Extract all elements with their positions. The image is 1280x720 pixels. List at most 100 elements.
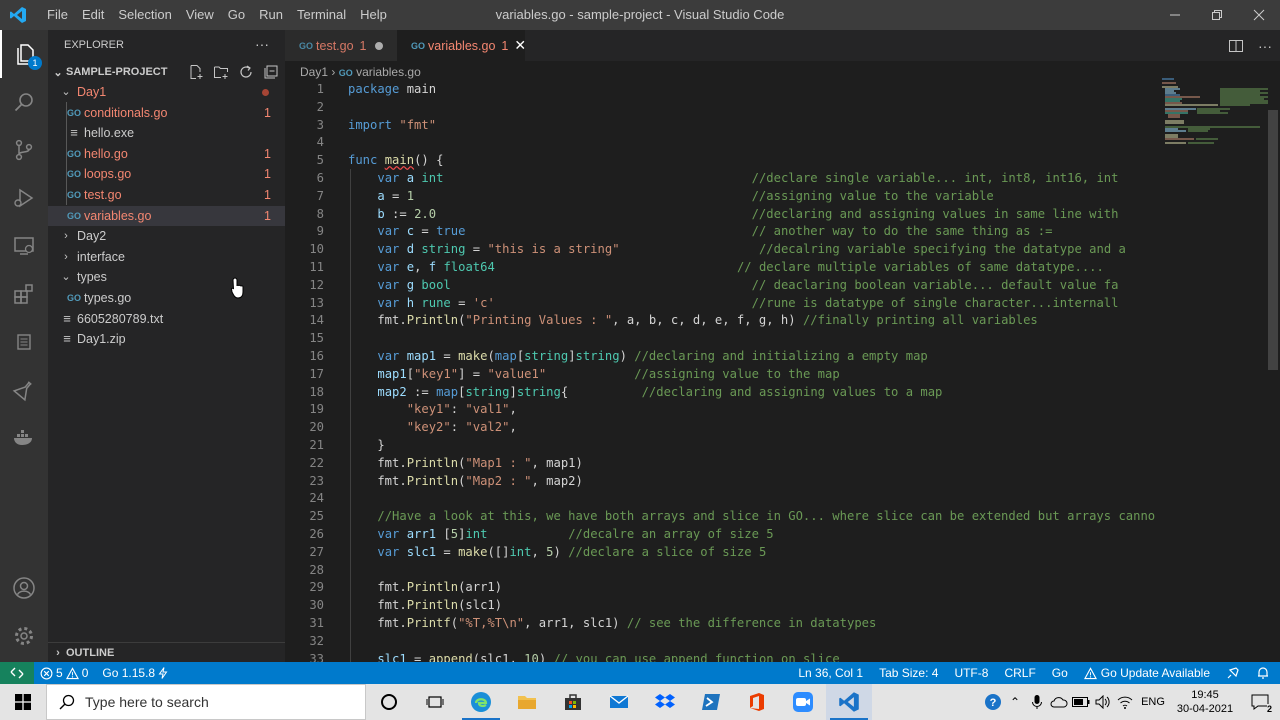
clock[interactable]: 19:45 30-04-2021	[1170, 688, 1240, 716]
help-tray-button[interactable]: ?	[982, 684, 1004, 720]
code-line[interactable]: 25 //Have a look at this, we have both a…	[285, 508, 1155, 526]
start-button[interactable]	[0, 684, 46, 720]
folder-day2[interactable]: › Day2	[48, 226, 285, 247]
file-hello-exe[interactable]: ≡ hello.exe	[48, 123, 285, 144]
refresh-icon[interactable]	[238, 64, 254, 80]
folder-interface[interactable]: › interface	[48, 247, 285, 268]
taskbar-search-box[interactable]: Type here to search	[46, 684, 366, 720]
taskbar-office[interactable]	[734, 684, 780, 720]
extensions-activity[interactable]	[0, 270, 48, 318]
code-line[interactable]: 16 var map1 = make(map[string]string) //…	[285, 348, 1155, 366]
breadcrumb-file[interactable]: variables.go	[356, 65, 421, 79]
code-line[interactable]: 30 fmt.Println(slc1)	[285, 597, 1155, 615]
close-window-button[interactable]	[1238, 0, 1280, 30]
taskbar-zoom[interactable]	[780, 684, 826, 720]
new-folder-icon[interactable]	[213, 64, 229, 80]
tab-size[interactable]: Tab Size: 4	[879, 666, 938, 680]
close-tab-icon[interactable]: ✕	[514, 37, 526, 54]
go-update-available[interactable]: Go Update Available	[1083, 666, 1210, 680]
file-hello-go[interactable]: GO hello.go 1	[48, 144, 285, 165]
file-test-go[interactable]: GO test.go 1	[48, 185, 285, 206]
code-line[interactable]: 2	[285, 99, 1155, 117]
menu-file[interactable]: File	[40, 0, 75, 30]
remote-explorer-activity[interactable]	[0, 222, 48, 270]
code-line[interactable]: 22 fmt.Println("Map1 : ", map1)	[285, 455, 1155, 473]
outline-section-header[interactable]: › OUTLINE	[48, 642, 285, 662]
split-editor-icon[interactable]	[1228, 38, 1244, 54]
code-line[interactable]: 1 package main	[285, 81, 1155, 99]
more-actions-button[interactable]: ···	[255, 30, 269, 58]
feedback-icon[interactable]	[1226, 666, 1240, 680]
volume-tray[interactable]	[1092, 684, 1114, 720]
breadcrumb-folder[interactable]: Day1	[300, 65, 328, 79]
code-line[interactable]: 31 fmt.Printf("%T,%T\n", arr1, slc1) // …	[285, 615, 1155, 633]
new-file-icon[interactable]	[188, 64, 204, 80]
project-section-header[interactable]: ⌄ SAMPLE-PROJECT	[48, 62, 285, 82]
menu-terminal[interactable]: Terminal	[290, 0, 353, 30]
cursor-position[interactable]: Ln 36, Col 1	[798, 666, 863, 680]
code-line[interactable]: 24	[285, 490, 1155, 508]
source-control-activity[interactable]	[0, 126, 48, 174]
action-center-button[interactable]: 2	[1240, 684, 1280, 720]
code-line[interactable]: 29 fmt.Println(arr1)	[285, 579, 1155, 597]
tab-variables-go[interactable]: GO variables.go 1 ✕	[397, 30, 526, 61]
scrollbar-thumb[interactable]	[1268, 110, 1278, 370]
code-line[interactable]: 6 var a int //declare single variable...…	[285, 170, 1155, 188]
code-line[interactable]: 10 var d string = "this is a string" //d…	[285, 241, 1155, 259]
menu-selection[interactable]: Selection	[111, 0, 178, 30]
code-line[interactable]: 11 var e, f float64 // declare multiple …	[285, 259, 1155, 277]
code-line[interactable]: 23 fmt.Println("Map2 : ", map2)	[285, 473, 1155, 491]
code-line[interactable]: 12 var g bool // deaclaring boolean vari…	[285, 277, 1155, 295]
collapse-all-icon[interactable]	[263, 64, 279, 80]
show-hidden-icons-button[interactable]: ⌃	[1004, 684, 1026, 720]
problems-indicator[interactable]: 5 0	[40, 666, 88, 680]
wifi-tray[interactable]	[1114, 684, 1136, 720]
menu-go[interactable]: Go	[221, 0, 252, 30]
accounts-activity[interactable]	[0, 564, 48, 612]
docker-activity[interactable]	[0, 414, 48, 462]
menu-edit[interactable]: Edit	[75, 0, 111, 30]
notes-activity[interactable]	[0, 318, 48, 366]
run-debug-activity[interactable]	[0, 174, 48, 222]
taskbar-vscode[interactable]	[826, 684, 872, 720]
search-activity[interactable]	[0, 78, 48, 126]
folder-day1[interactable]: ⌄ Day1	[48, 82, 285, 103]
go-version[interactable]: Go 1.15.8	[102, 666, 168, 680]
code-line[interactable]: 28	[285, 562, 1155, 580]
code-line[interactable]: 4	[285, 134, 1155, 152]
code-line[interactable]: 15	[285, 330, 1155, 348]
code-line[interactable]: 21 }	[285, 437, 1155, 455]
battery-tray[interactable]	[1070, 684, 1092, 720]
code-line[interactable]: 13 var h rune = 'c' //rune is datatype o…	[285, 295, 1155, 313]
language-mode[interactable]: Go	[1052, 666, 1068, 680]
unsaved-dot-icon[interactable]	[374, 41, 383, 50]
menu-run[interactable]: Run	[252, 0, 290, 30]
input-language[interactable]: ENG	[1136, 684, 1170, 720]
taskbar-dropbox[interactable]	[642, 684, 688, 720]
code-line[interactable]: 8 b := 2.0 //declaring and assigning val…	[285, 206, 1155, 224]
taskbar-file-explorer[interactable]	[504, 684, 550, 720]
code-line[interactable]: 32	[285, 633, 1155, 651]
cortana-button[interactable]	[366, 684, 412, 720]
manage-activity[interactable]	[0, 612, 48, 660]
file-6605280789-txt[interactable]: ≡ 6605280789.txt	[48, 309, 285, 330]
code-line[interactable]: 9 var c = true // another way to do the …	[285, 223, 1155, 241]
taskbar-mail[interactable]	[596, 684, 642, 720]
line-endings[interactable]: CRLF	[1004, 666, 1035, 680]
testing-activity[interactable]	[0, 366, 48, 414]
minimap[interactable]	[1160, 77, 1270, 152]
code-line[interactable]: 33 slc1 = append(slc1, 10) // you can us…	[285, 651, 1155, 663]
code-line[interactable]: 19 "key1": "val1",	[285, 401, 1155, 419]
taskbar-powershell[interactable]	[688, 684, 734, 720]
code-editor[interactable]: 1 package main 2 3 import "fmt" 4 5 func main()…	[285, 81, 1155, 662]
onedrive-tray[interactable]	[1048, 684, 1070, 720]
file-day1-zip[interactable]: ≡ Day1.zip	[48, 329, 285, 350]
file-conditionals-go[interactable]: GO conditionals.go 1	[48, 103, 285, 124]
editor-more-actions-button[interactable]: ···	[1258, 38, 1272, 54]
minimize-button[interactable]	[1154, 0, 1196, 30]
taskbar-edge[interactable]	[458, 684, 504, 720]
code-line[interactable]: 17 map1["key1"] = "value1" //assigning v…	[285, 366, 1155, 384]
taskbar-store[interactable]	[550, 684, 596, 720]
code-line[interactable]: 5 func main() {	[285, 152, 1155, 170]
restore-button[interactable]	[1196, 0, 1238, 30]
